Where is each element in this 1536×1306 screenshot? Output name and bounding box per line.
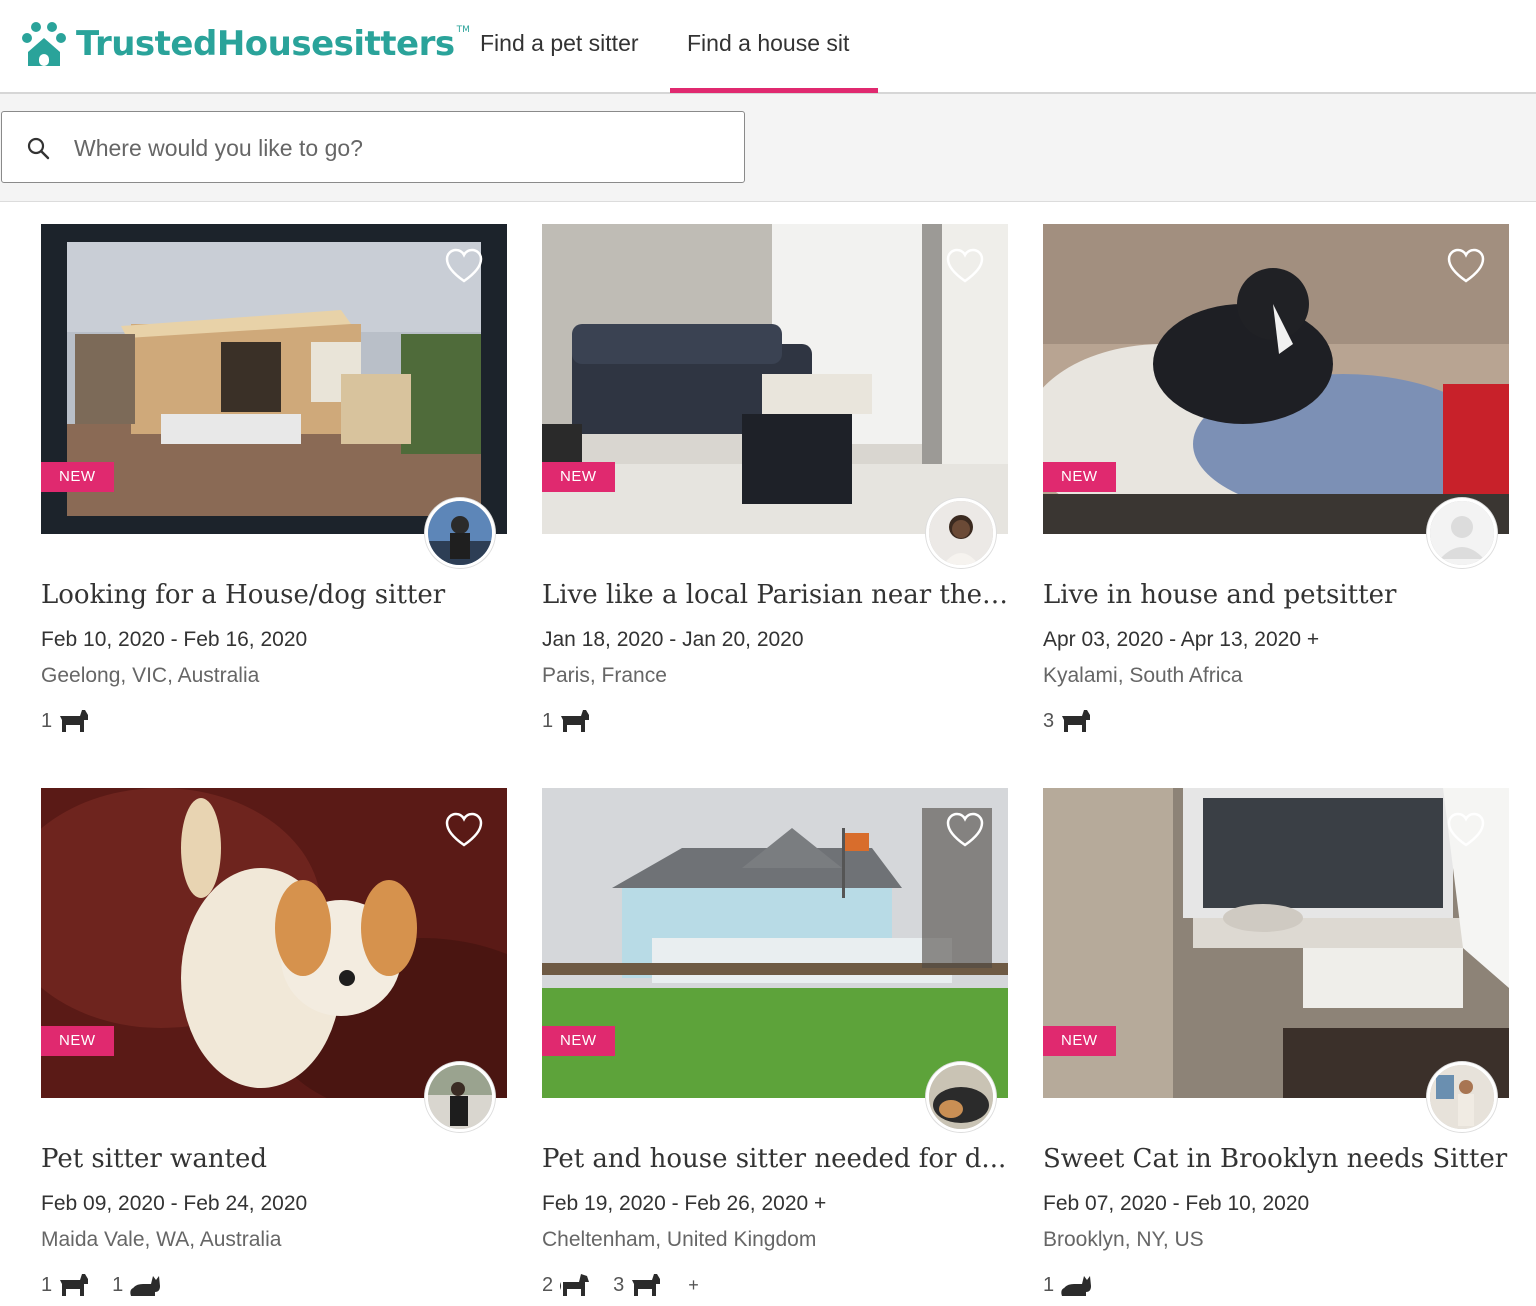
dog-icon	[59, 1274, 89, 1296]
dog-icon	[560, 710, 590, 732]
pet-count: 2	[542, 1273, 554, 1296]
listing-card[interactable]: NEW Pet and house sitter needed for d...…	[542, 788, 1008, 1306]
listing-photo[interactable]: NEW	[41, 788, 507, 1098]
listing-location: Brooklyn, NY, US	[1043, 1228, 1204, 1251]
search-input[interactable]	[74, 130, 714, 166]
new-badge: NEW	[542, 462, 615, 492]
owner-avatar[interactable]	[1427, 1062, 1497, 1132]
pet-item: 1	[542, 708, 591, 734]
listing-location: Maida Vale, WA, Australia	[41, 1228, 282, 1251]
nav-find-pet-sitter[interactable]: Find a pet sitter	[480, 30, 639, 57]
new-badge: NEW	[542, 1026, 615, 1056]
pet-item: 1	[112, 1272, 161, 1298]
listing-dates: Feb 19, 2020 - Feb 26, 2020 +	[542, 1192, 827, 1215]
dog-icon	[631, 1274, 661, 1296]
dog-icon	[59, 710, 89, 732]
owner-avatar[interactable]	[425, 498, 495, 568]
pet-count: 3	[1043, 709, 1055, 732]
listing-title[interactable]: Pet and house sitter needed for d...	[542, 1144, 1008, 1174]
pet-list: 1	[41, 708, 112, 734]
pet-list: 1 1	[41, 1272, 183, 1298]
pet-count: 3	[613, 1273, 625, 1296]
listing-title[interactable]: Live in house and petsitter	[1043, 580, 1509, 610]
pet-count: 1	[41, 709, 53, 732]
listing-dates: Feb 07, 2020 - Feb 10, 2020	[1043, 1192, 1310, 1215]
pet-count: 1	[112, 1273, 124, 1296]
favorite-heart-icon[interactable]	[1447, 812, 1485, 848]
cat-icon	[1061, 1276, 1092, 1296]
pet-list: 1	[1043, 1272, 1114, 1298]
more-pets-indicator: +	[688, 1274, 699, 1295]
owner-avatar-placeholder[interactable]	[1427, 498, 1497, 568]
new-badge: NEW	[41, 462, 114, 492]
favorite-heart-icon[interactable]	[445, 812, 483, 848]
top-header: TrustedHousesitters TM Find a pet sitter…	[0, 0, 1536, 94]
listing-location: Cheltenham, United Kingdom	[542, 1228, 817, 1251]
owner-avatar[interactable]	[926, 1062, 996, 1132]
listing-location: Paris, France	[542, 664, 667, 687]
listing-card[interactable]: NEW Pet sitter wanted Feb 09, 2020 - Feb…	[41, 788, 507, 1306]
listing-title[interactable]: Pet sitter wanted	[41, 1144, 507, 1174]
owner-avatar[interactable]	[425, 1062, 495, 1132]
pet-item: 2	[542, 1272, 591, 1298]
pet-item: 1	[41, 1272, 90, 1298]
pet-count: 1	[1043, 1273, 1055, 1296]
new-badge: NEW	[1043, 1026, 1116, 1056]
pet-item: 3	[1043, 708, 1092, 734]
new-badge: NEW	[1043, 462, 1116, 492]
listing-location: Kyalami, South Africa	[1043, 664, 1243, 687]
listing-photo[interactable]: NEW	[1043, 788, 1509, 1098]
new-badge: NEW	[41, 1026, 114, 1056]
paw-house-icon	[22, 22, 66, 66]
search-icon	[27, 137, 50, 160]
listing-photo[interactable]: NEW	[542, 788, 1008, 1098]
cat-icon	[130, 1276, 161, 1296]
brand-name: TrustedHousesitters	[76, 24, 455, 64]
favorite-heart-icon[interactable]	[445, 248, 483, 284]
listing-photo[interactable]: NEW	[1043, 224, 1509, 534]
listing-photo[interactable]: NEW	[41, 224, 507, 534]
pet-list: 2 3 +	[542, 1272, 699, 1298]
listing-dates: Jan 18, 2020 - Jan 20, 2020	[542, 628, 804, 651]
pet-list: 1	[542, 708, 613, 734]
search-box[interactable]	[1, 111, 745, 183]
listing-title[interactable]: Looking for a House/dog sitter	[41, 580, 507, 610]
favorite-heart-icon[interactable]	[1447, 248, 1485, 284]
listing-photo[interactable]: NEW	[542, 224, 1008, 534]
pet-item: 3	[613, 1272, 662, 1298]
search-bar-area	[0, 94, 1536, 202]
favorite-heart-icon[interactable]	[946, 248, 984, 284]
nav-find-house-sit[interactable]: Find a house sit	[687, 30, 849, 57]
pet-item: 1	[1043, 1272, 1092, 1298]
horse-icon	[560, 1274, 590, 1296]
listing-location: Geelong, VIC, Australia	[41, 664, 260, 687]
trademark-mark: TM	[456, 25, 470, 35]
listing-card[interactable]: NEW Live like a local Parisian near the …	[542, 224, 1008, 744]
brand-logo[interactable]: TrustedHousesitters TM	[18, 18, 470, 70]
listing-title[interactable]: Sweet Cat in Brooklyn needs Sitter	[1043, 1144, 1509, 1174]
pet-count: 1	[542, 709, 554, 732]
pet-count: 1	[41, 1273, 53, 1296]
active-nav-indicator	[670, 88, 878, 93]
owner-avatar[interactable]	[926, 498, 996, 568]
favorite-heart-icon[interactable]	[946, 812, 984, 848]
listing-title[interactable]: Live like a local Parisian near the ...	[542, 580, 1008, 610]
listing-card[interactable]: NEW Live in house and petsitter Apr 03, …	[1043, 224, 1509, 744]
listing-dates: Feb 10, 2020 - Feb 16, 2020	[41, 628, 308, 651]
pet-list: 3	[1043, 708, 1114, 734]
listing-dates: Feb 09, 2020 - Feb 24, 2020	[41, 1192, 308, 1215]
listing-card[interactable]: NEW Looking for a House/dog sitter Feb 1…	[41, 224, 507, 744]
listing-card[interactable]: NEW Sweet Cat in Brooklyn needs Sitter F…	[1043, 788, 1509, 1306]
dog-icon	[1061, 710, 1091, 732]
pet-item: 1	[41, 708, 90, 734]
listing-dates: Apr 03, 2020 - Apr 13, 2020 +	[1043, 628, 1320, 651]
